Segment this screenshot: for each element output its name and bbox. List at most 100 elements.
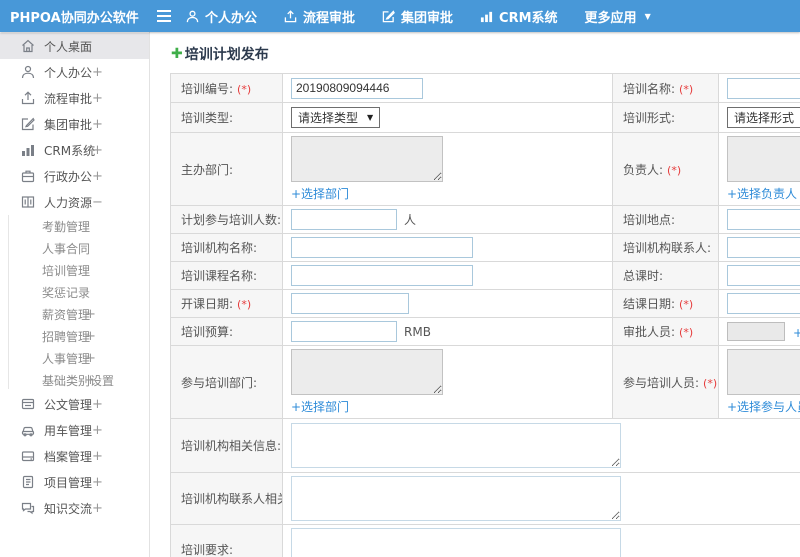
home-icon [21, 39, 36, 54]
sidebar-subitem-training[interactable]: 培训管理 [0, 259, 149, 281]
expand-toggle[interactable]: + [92, 117, 103, 132]
planned-count-input[interactable] [291, 209, 397, 230]
expand-toggle[interactable]: + [92, 169, 103, 184]
sidebar-item-group-approval[interactable]: 集团审批 + [0, 111, 149, 137]
requirements-textarea[interactable] [291, 528, 621, 557]
sidebar-item-knowledge[interactable]: 知识交流 + [0, 495, 149, 521]
sidebar-item-label: CRM系统 [44, 143, 96, 158]
topbar-item-group-approval[interactable]: 集团审批 [382, 7, 453, 26]
approver-input[interactable] [727, 322, 785, 341]
sidebar-subitem-label: 人事合同 [42, 241, 91, 256]
topbar-item-label: 个人办公 [205, 10, 258, 26]
field-label: 主办部门: [181, 162, 234, 177]
hamburger-menu-icon[interactable] [156, 9, 172, 23]
location-input[interactable] [727, 209, 800, 230]
org-info-textarea[interactable] [291, 423, 621, 468]
chart-icon [480, 10, 493, 23]
form-row: 主办部门: +选择部门 负责人: (*) +选择负责人 [170, 132, 800, 206]
sidebar-item-admin-office[interactable]: 行政办公 + [0, 163, 149, 189]
sidebar-subitem-salary[interactable]: 薪资管理 + [0, 303, 149, 325]
caret-down-icon: ▼ [367, 113, 374, 122]
required-mark: (*) [703, 376, 718, 390]
host-department-textarea[interactable] [291, 136, 443, 182]
sidebar-item-projects[interactable]: 项目管理 + [0, 469, 149, 495]
flow-icon [284, 9, 297, 23]
field-label: 培训编号: [181, 81, 234, 96]
sidebar-item-personal-desktop[interactable]: 个人桌面 [0, 33, 149, 59]
sidebar-item-label: 用车管理 [44, 423, 93, 438]
sidebar: 个人桌面 个人办公 + 流程审批 + 集团审批 + CRM系统 + 行政办公 + [0, 32, 150, 557]
sidebar-item-label: 个人桌面 [44, 39, 93, 54]
expand-toggle[interactable]: + [92, 423, 103, 438]
start-date-input[interactable] [291, 293, 409, 314]
edit-icon [21, 117, 36, 132]
sidebar-item-label: 公文管理 [44, 397, 93, 412]
expand-toggle[interactable]: + [92, 143, 103, 158]
sidebar-item-personal-office[interactable]: 个人办公 + [0, 59, 149, 85]
field-label: 培训地点: [623, 213, 676, 227]
sidebar-item-official-docs[interactable]: 公文管理 + [0, 391, 149, 417]
sidebar-subitem-hr-contract[interactable]: 人事合同 [0, 237, 149, 259]
expand-toggle[interactable]: + [92, 475, 103, 490]
join-department-textarea[interactable] [291, 349, 443, 395]
topbar-item-personal-office[interactable]: 个人办公 [186, 7, 257, 26]
expand-toggle[interactable]: + [85, 307, 96, 322]
leader-textarea[interactable] [727, 136, 800, 182]
join-staff-textarea[interactable] [727, 349, 800, 395]
topbar-item-crm[interactable]: CRM系统 [480, 7, 558, 26]
sidebar-subitem-personnel[interactable]: 人事管理 + [0, 347, 149, 369]
form-row: 参与培训部门: +选择部门 参与培训人员:(*) +选择参与人员 [170, 345, 800, 419]
unit-suffix: 人 [404, 212, 417, 227]
topbar-item-workflow-approval[interactable]: 流程审批 [284, 7, 355, 26]
hr-icon [21, 195, 36, 210]
select-department-link[interactable]: +选择部门 [291, 185, 349, 202]
sidebar-subitem-attendance[interactable]: 考勤管理 [0, 215, 149, 237]
topbar-item-more-apps[interactable]: 更多应用 ▼ [585, 7, 651, 26]
expand-toggle[interactable]: + [92, 91, 103, 106]
page-title: ✚ 培训计划发布 [171, 45, 800, 63]
sidebar-item-workflow-approval[interactable]: 流程审批 + [0, 85, 149, 111]
sidebar-item-label: 个人办公 [44, 65, 93, 80]
select-department-link[interactable]: +选择部门 [291, 398, 349, 415]
select-participants-link[interactable]: +选择参与人员 [727, 398, 800, 415]
sidebar-subitem-recruitment[interactable]: 招聘管理 + [0, 325, 149, 347]
sidebar-item-crm[interactable]: CRM系统 + [0, 137, 149, 163]
field-label: 参与培训人员: [623, 375, 700, 390]
course-name-input[interactable] [291, 265, 473, 286]
select-leader-link[interactable]: +选择负责人 [727, 185, 797, 202]
expand-toggle[interactable]: + [92, 397, 103, 412]
collapse-toggle[interactable]: − [92, 195, 103, 210]
page-title-text: 培训计划发布 [184, 47, 269, 63]
org-contact-info-textarea[interactable] [291, 476, 621, 521]
org-contact-input[interactable] [727, 237, 800, 258]
field-label: 结课日期: [623, 297, 676, 311]
expand-toggle[interactable]: + [92, 449, 103, 464]
end-date-input[interactable] [727, 293, 800, 314]
field-label: 培训课程名称: [181, 269, 258, 283]
sidebar-item-vehicle[interactable]: 用车管理 + [0, 417, 149, 443]
sidebar-item-human-resources[interactable]: 人力资源 − [0, 189, 149, 215]
budget-input[interactable] [291, 321, 397, 342]
expand-toggle[interactable]: + [92, 65, 103, 80]
field-label: 负责人: [623, 162, 664, 177]
form-row: 计划参与培训人数:(*) 人 培训地点: [170, 205, 800, 234]
training-type-select[interactable]: 请选择类型 ▼ [291, 107, 381, 128]
sidebar-item-archives[interactable]: 档案管理 + [0, 443, 149, 469]
expand-toggle[interactable]: + [85, 351, 96, 366]
briefcase-icon [21, 169, 36, 184]
total-hours-input[interactable] [727, 265, 800, 286]
required-mark: (*) [667, 163, 682, 177]
expand-toggle[interactable]: + [85, 329, 96, 344]
sidebar-item-label: 知识交流 [44, 501, 93, 516]
org-name-input[interactable] [291, 237, 473, 258]
main-content: ✚ 培训计划发布 培训编号:(*) 培训名称:(*) 培训类型: 请选择类型 ▼… [151, 32, 800, 557]
select-approver-link[interactable]: +选择审批人员 [793, 324, 800, 341]
sidebar-subitem-base-category[interactable]: 基础类别设置 + [0, 369, 149, 391]
training-number-input[interactable] [291, 77, 423, 99]
sidebar-subitem-rewards[interactable]: 奖惩记录 [0, 281, 149, 303]
training-name-input[interactable] [727, 77, 800, 99]
expand-toggle[interactable]: + [92, 501, 103, 516]
topbar: PHPOA协同办公软件 个人办公 流程审批 集团审批 CRM系统 更多应用 ▼ [0, 0, 800, 32]
expand-toggle[interactable]: + [85, 373, 96, 388]
training-mode-select[interactable]: 请选择形式 ▼ [727, 107, 800, 128]
